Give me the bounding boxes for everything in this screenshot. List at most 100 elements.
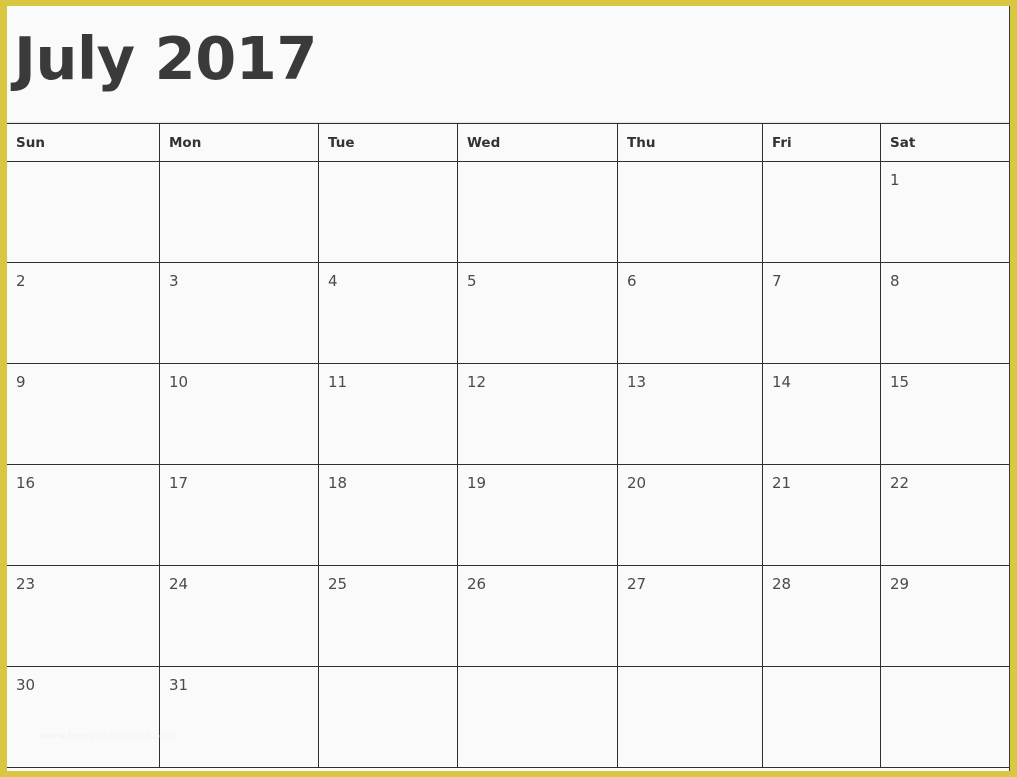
date-number: 23 <box>16 575 36 593</box>
calendar-day-cell[interactable]: 13 <box>617 364 762 464</box>
weekday-label: Wed <box>467 135 501 151</box>
weekday-label: Mon <box>169 135 202 151</box>
calendar-day-cell[interactable]: 28 <box>762 566 880 666</box>
date-number: 6 <box>627 272 637 290</box>
date-number: 3 <box>169 272 179 290</box>
calendar-week-row: 2 3 4 5 6 7 8 <box>7 263 1009 364</box>
title-area: July 2017 <box>7 6 1009 122</box>
calendar-day-cell[interactable]: 29 <box>880 566 1009 666</box>
weekday-header-cell-thu: Thu <box>617 124 762 161</box>
calendar-day-cell[interactable]: 23 <box>7 566 159 666</box>
calendar-day-cell[interactable]: 4 <box>318 263 457 363</box>
date-number: 27 <box>627 575 647 593</box>
weekday-header-cell-sat: Sat <box>880 124 1009 161</box>
date-number: 14 <box>772 373 792 391</box>
date-number: 28 <box>772 575 792 593</box>
calendar-day-cell[interactable] <box>318 667 457 767</box>
calendar-day-cell[interactable]: 31 <box>159 667 318 767</box>
calendar-day-cell[interactable]: 3 <box>159 263 318 363</box>
date-number: 1 <box>890 171 900 189</box>
calendar-day-cell[interactable]: 10 <box>159 364 318 464</box>
calendar-day-cell[interactable]: 7 <box>762 263 880 363</box>
date-number: 8 <box>890 272 900 290</box>
calendar-day-cell[interactable]: 17 <box>159 465 318 565</box>
calendar-week-row: 23 24 25 26 27 28 29 <box>7 566 1009 667</box>
watermark-text: www.freeprintablehd.com <box>40 731 176 742</box>
date-number: 29 <box>890 575 910 593</box>
calendar-day-cell[interactable]: 11 <box>318 364 457 464</box>
calendar-day-cell[interactable]: 8 <box>880 263 1009 363</box>
weekday-label: Sat <box>890 135 916 151</box>
calendar-day-cell[interactable]: 9 <box>7 364 159 464</box>
calendar-day-cell[interactable]: 21 <box>762 465 880 565</box>
date-number: 21 <box>772 474 792 492</box>
calendar-day-cell[interactable]: 5 <box>457 263 617 363</box>
calendar-day-cell[interactable]: 19 <box>457 465 617 565</box>
calendar-day-cell[interactable] <box>318 162 457 262</box>
weekday-label: Tue <box>328 135 355 151</box>
date-number: 24 <box>169 575 189 593</box>
calendar-day-cell[interactable] <box>457 667 617 767</box>
date-number: 2 <box>16 272 26 290</box>
calendar-day-cell[interactable]: 14 <box>762 364 880 464</box>
calendar-day-cell[interactable]: 24 <box>159 566 318 666</box>
calendar-week-row: 30 31 <box>7 667 1009 768</box>
calendar-day-cell[interactable]: 15 <box>880 364 1009 464</box>
date-number: 11 <box>328 373 348 391</box>
date-number: 13 <box>627 373 647 391</box>
calendar-day-cell[interactable]: 30 <box>7 667 159 767</box>
date-number: 4 <box>328 272 338 290</box>
calendar-day-cell[interactable]: 12 <box>457 364 617 464</box>
date-number: 9 <box>16 373 26 391</box>
date-number: 12 <box>467 373 487 391</box>
page-title: July 2017 <box>14 24 317 93</box>
date-number: 7 <box>772 272 782 290</box>
calendar-day-cell[interactable] <box>617 667 762 767</box>
date-number: 17 <box>169 474 189 492</box>
date-number: 19 <box>467 474 487 492</box>
date-number: 26 <box>467 575 487 593</box>
date-number: 25 <box>328 575 348 593</box>
calendar-day-cell[interactable] <box>762 667 880 767</box>
date-number: 20 <box>627 474 647 492</box>
calendar-day-cell[interactable]: 1 <box>880 162 1009 262</box>
calendar-day-cell[interactable]: 2 <box>7 263 159 363</box>
date-number: 22 <box>890 474 910 492</box>
calendar-day-cell[interactable]: 22 <box>880 465 1009 565</box>
page-frame: July 2017 Sun Mon Tue Wed Thu Fri Sat 1 … <box>0 0 1017 777</box>
date-number: 10 <box>169 373 189 391</box>
calendar-week-row: 1 <box>7 162 1009 263</box>
calendar-day-cell[interactable]: 27 <box>617 566 762 666</box>
weekday-header-cell-fri: Fri <box>762 124 880 161</box>
calendar-day-cell[interactable]: 20 <box>617 465 762 565</box>
date-number: 5 <box>467 272 477 290</box>
weekday-header-cell-wed: Wed <box>457 124 617 161</box>
calendar-day-cell[interactable]: 16 <box>7 465 159 565</box>
weekday-header-row: Sun Mon Tue Wed Thu Fri Sat <box>7 123 1009 162</box>
date-number: 15 <box>890 373 910 391</box>
calendar-day-cell[interactable]: 25 <box>318 566 457 666</box>
weekday-header-cell-tue: Tue <box>318 124 457 161</box>
weekday-header-cell-mon: Mon <box>159 124 318 161</box>
weekday-label: Thu <box>627 135 656 151</box>
date-number: 30 <box>16 676 36 694</box>
calendar-day-cell[interactable] <box>617 162 762 262</box>
calendar-sheet: July 2017 Sun Mon Tue Wed Thu Fri Sat 1 … <box>7 6 1010 771</box>
calendar-week-row: 16 17 18 19 20 21 22 <box>7 465 1009 566</box>
date-number: 16 <box>16 474 36 492</box>
calendar-day-cell[interactable]: 6 <box>617 263 762 363</box>
calendar-day-cell[interactable] <box>762 162 880 262</box>
calendar-day-cell[interactable] <box>880 667 1009 767</box>
weekday-label: Sun <box>16 135 45 151</box>
calendar-day-cell[interactable] <box>7 162 159 262</box>
date-number: 18 <box>328 474 348 492</box>
calendar-week-row: 9 10 11 12 13 14 15 <box>7 364 1009 465</box>
calendar-day-cell[interactable] <box>457 162 617 262</box>
calendar-day-cell[interactable]: 26 <box>457 566 617 666</box>
calendar-day-cell[interactable]: 18 <box>318 465 457 565</box>
weekday-label: Fri <box>772 135 792 151</box>
calendar-day-cell[interactable] <box>159 162 318 262</box>
calendar-grid: Sun Mon Tue Wed Thu Fri Sat 1 2 3 4 5 6 … <box>7 122 1009 768</box>
date-number: 31 <box>169 676 189 694</box>
weekday-header-cell-sun: Sun <box>7 124 159 161</box>
